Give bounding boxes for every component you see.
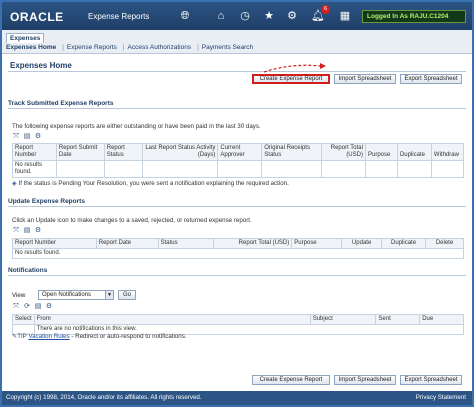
- column-header[interactable]: Withdraw: [430, 143, 465, 161]
- page-title: Expenses Home: [10, 61, 72, 70]
- clock-icon[interactable]: ◷: [238, 9, 252, 23]
- privacy-statement-link[interactable]: Privacy Statement: [416, 391, 466, 405]
- settings-icon[interactable]: ⚙: [34, 227, 42, 235]
- column-header[interactable]: Report Number: [12, 238, 97, 249]
- empty-message: No results found.: [12, 248, 464, 259]
- pending-note-text: If the status is Pending Your Resolution…: [18, 180, 289, 187]
- grid-icon[interactable]: ▦: [338, 9, 352, 23]
- track-table: Report Number Report Submit Date Report …: [12, 143, 465, 178]
- table-header-row: Select From Subject Sent Due: [12, 314, 464, 325]
- export-icon[interactable]: ▤: [23, 227, 31, 235]
- refresh-icon[interactable]: ⟳: [23, 303, 31, 311]
- table-header-row: Report Number Report Submit Date Report …: [12, 143, 465, 161]
- oracle-logo: ORACLE: [10, 10, 64, 24]
- settings-icon[interactable]: ⚙: [34, 133, 42, 141]
- separator: |: [197, 44, 199, 51]
- home-icon[interactable]: ⌂: [214, 9, 228, 23]
- globe-icon[interactable]: 🌐︎: [178, 9, 192, 23]
- page-header: Expenses Home: [8, 58, 466, 72]
- pending-note: ◈ If the status is Pending Your Resoluti…: [12, 180, 289, 187]
- column-header[interactable]: Purpose: [291, 238, 343, 249]
- column-header[interactable]: Duplicate: [396, 143, 432, 161]
- view-label: View: [12, 292, 26, 299]
- column-header[interactable]: Original Receipts Status: [261, 143, 323, 161]
- track-section-heading: Track Submitted Expense Reports: [8, 100, 466, 109]
- column-header[interactable]: Status: [157, 238, 215, 249]
- app-title: Expense Reports: [88, 12, 150, 21]
- track-description: The following expense reports are either…: [12, 123, 261, 130]
- notifications-section-heading: Notifications: [8, 267, 466, 276]
- column-header[interactable]: Last Report Status Activity (Days): [141, 143, 219, 161]
- logged-in-user: Logged In As RAJU.C1204: [362, 10, 466, 23]
- nav-payments-search[interactable]: Payments Search: [202, 44, 253, 51]
- copyright-text: Copyright (c) 1998, 2014, Oracle and/or …: [6, 394, 202, 401]
- notifications-toolbar: ⤧ ⟳ ▤ ⚙: [12, 303, 56, 312]
- column-header[interactable]: Purpose: [364, 143, 398, 161]
- tab-expenses[interactable]: Expenses: [6, 33, 45, 43]
- top-bar: ORACLE Expense Reports 🌐︎ ⌂ ◷ ★ ⚙ 🔔︎ 6 ▦…: [2, 2, 472, 30]
- update-table: Report Number Report Date Status Report …: [12, 238, 464, 259]
- import-spreadsheet-button[interactable]: Import Spreadsheet: [334, 74, 396, 84]
- column-header[interactable]: Report Total (USD): [213, 238, 293, 249]
- create-expense-report-button-bottom[interactable]: Create Expense Report: [252, 375, 330, 385]
- nav-strip: Expenses Expenses Home | Expense Reports | A…: [2, 30, 472, 54]
- import-spreadsheet-button-bottom[interactable]: Import Spreadsheet: [334, 375, 396, 385]
- sub-navigation: Expenses Home | Expense Reports | Access Aut…: [6, 44, 256, 51]
- update-description: Click an Update icon to make changes to …: [12, 217, 252, 224]
- update-section-heading: Update Expense Reports: [8, 198, 466, 207]
- export-spreadsheet-button[interactable]: Export Spreadsheet: [400, 74, 462, 84]
- tip-row: ✎TIP Vacation Rules - Redirect or auto-r…: [12, 333, 187, 340]
- vacation-rules-link[interactable]: Vacation Rules: [28, 333, 69, 340]
- nav-expenses-home[interactable]: Expenses Home: [6, 44, 56, 51]
- table-header-row: Report Number Report Date Status Report …: [12, 238, 464, 249]
- gear-icon[interactable]: ⚙: [285, 9, 299, 23]
- column-header[interactable]: Select: [12, 314, 35, 325]
- column-header[interactable]: Delete: [425, 238, 464, 249]
- separator: |: [62, 44, 64, 51]
- track-toolbar: ⤧ ▤ ⚙: [12, 133, 45, 142]
- view-select[interactable]: Open Notifications ▼: [38, 290, 114, 300]
- column-header[interactable]: Subject: [309, 314, 377, 325]
- table-row: No results found.: [12, 160, 465, 178]
- go-button[interactable]: Go: [118, 290, 136, 300]
- column-header[interactable]: Report Total (USD): [321, 143, 366, 161]
- column-header[interactable]: Current Approver: [217, 143, 263, 161]
- column-header[interactable]: Due: [419, 314, 464, 325]
- footer: Copyright (c) 1998, 2014, Oracle and/or …: [2, 391, 472, 405]
- column-header[interactable]: Sent: [375, 314, 421, 325]
- view-select-value: Open Notifications: [42, 292, 92, 298]
- chevron-down-icon: ▼: [105, 291, 113, 299]
- detach-icon[interactable]: ⤧: [12, 303, 20, 311]
- settings-icon[interactable]: ⚙: [45, 303, 53, 311]
- app-window: ORACLE Expense Reports 🌐︎ ⌂ ◷ ★ ⚙ 🔔︎ 6 ▦…: [0, 0, 474, 407]
- separator: |: [122, 44, 125, 51]
- detach-icon[interactable]: ⤧: [12, 227, 20, 235]
- tip-text: - Redirect or auto-respond to notificati…: [69, 333, 187, 340]
- notification-badge: 6: [321, 5, 330, 14]
- update-toolbar: ⤧ ▤ ⚙: [12, 227, 45, 236]
- export-icon[interactable]: ▤: [23, 133, 31, 141]
- column-header[interactable]: Update: [341, 238, 383, 249]
- notifications-table: Select From Subject Sent Due There are n…: [12, 314, 465, 335]
- column-header[interactable]: Report Status: [103, 143, 143, 161]
- tip-label: TIP: [17, 333, 27, 340]
- detach-icon[interactable]: ⤧: [12, 133, 20, 141]
- nav-access-authorizations[interactable]: Access Authorizations: [128, 44, 192, 51]
- column-header[interactable]: Report Submit Date: [55, 143, 105, 161]
- column-header[interactable]: Report Number: [12, 143, 57, 161]
- column-header[interactable]: From: [33, 314, 311, 325]
- create-expense-report-button[interactable]: Create Expense Report: [252, 74, 330, 84]
- export-spreadsheet-button-bottom[interactable]: Export Spreadsheet: [400, 375, 462, 385]
- export-icon[interactable]: ▤: [34, 303, 42, 311]
- empty-message: No results found.: [12, 160, 57, 178]
- column-header[interactable]: Duplicate: [381, 238, 427, 249]
- nav-expense-reports[interactable]: Expense Reports: [67, 44, 117, 51]
- star-icon[interactable]: ★: [262, 9, 276, 23]
- table-row: No results found.: [12, 248, 464, 259]
- column-header[interactable]: Report Date: [95, 238, 159, 249]
